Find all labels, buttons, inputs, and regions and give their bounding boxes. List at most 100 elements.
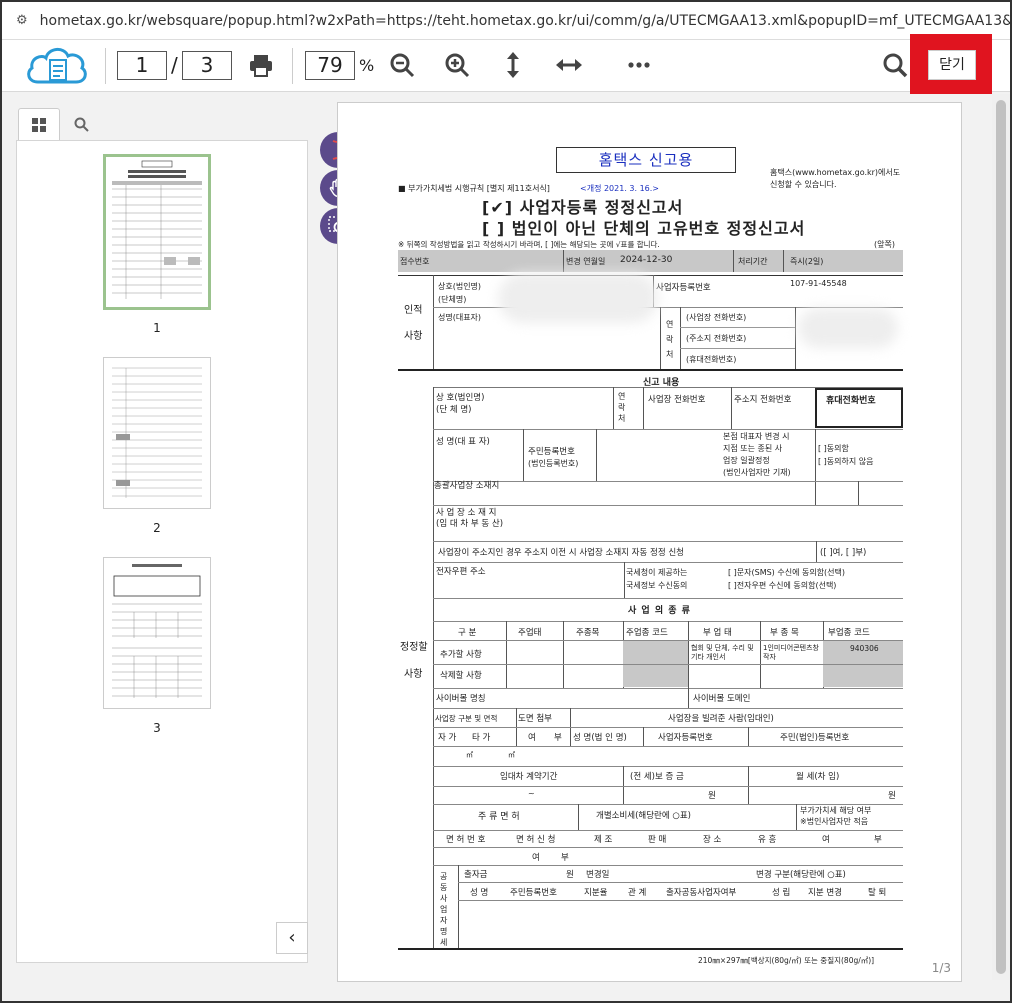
- site-settings-icon[interactable]: ⚙: [16, 13, 28, 28]
- paper-spec: 210㎜×297㎜[백상지(80g/㎡) 또는 중질지(80g/㎡)]: [698, 956, 875, 965]
- fit-height-icon[interactable]: [498, 50, 528, 80]
- won: 원: [888, 791, 896, 801]
- rep-name-label: 성명(대표자): [438, 313, 482, 322]
- c-mail-consent: [ ]전자우편 수신에 동의함(선택): [728, 581, 837, 590]
- c-main-loc: 총괄사업장 소재지: [434, 481, 500, 491]
- tab-thumbnails[interactable]: [18, 108, 60, 141]
- tab-search[interactable]: [60, 108, 102, 141]
- zoom-in-icon[interactable]: [442, 50, 472, 80]
- instruction: ※ 뒤쪽의 작성방법을 읽고 작성하시기 바라며, [ ]에는 해당되는 곳에 …: [398, 240, 660, 249]
- c-trade-label: 상 호(법인명): [436, 393, 485, 403]
- mobile-label: (휴대전화번호): [686, 355, 737, 364]
- zoom-input[interactable]: 79: [305, 51, 355, 80]
- hometax-logo-icon: [27, 48, 87, 84]
- home-phone-label: (주소지 전화번호): [686, 334, 747, 343]
- cyber-name: 사이버몰 명칭: [436, 694, 486, 704]
- popup-window: ⚙ hometax.go.kr/websquare/popup.html?w2x…: [0, 0, 1012, 1003]
- l-resid: 주민(법인)등록번호: [780, 733, 850, 743]
- page-preview: [112, 564, 202, 698]
- fit-width-icon[interactable]: [554, 50, 584, 80]
- del-row: 삭제할 사항: [440, 671, 482, 681]
- close-button[interactable]: 닫기: [928, 50, 976, 80]
- vertical-scrollbar[interactable]: [992, 94, 1010, 980]
- period: 즉시(2일): [790, 257, 824, 266]
- h-div: 구 분: [458, 628, 477, 638]
- hometax-note: 신청할 수 있습니다.: [770, 180, 837, 189]
- tilde: ~: [528, 789, 535, 798]
- h-sub: 부 업 태: [703, 628, 732, 638]
- h-main: 주업태: [518, 628, 542, 638]
- search-icon[interactable]: [880, 50, 910, 80]
- add-subitem: 1인미디어콘텐츠창작자: [763, 644, 819, 661]
- c-org-label: (단 체 명): [436, 405, 472, 415]
- toolbar-divider: [292, 48, 293, 84]
- add-row: 추가할 사항: [440, 650, 482, 660]
- c-yesno: ([ ]여, [ ]부): [820, 548, 867, 558]
- current-page-input[interactable]: 1: [117, 51, 167, 80]
- p-name: 성 명: [470, 888, 489, 898]
- partner: 공동사업자명세: [440, 872, 448, 947]
- receipt-no: 접수번호: [400, 257, 430, 266]
- thumbnail-number: 2: [153, 521, 161, 535]
- grid-icon: [32, 118, 46, 132]
- scrollbar-thumb[interactable]: [996, 100, 1006, 974]
- zoom-out-icon[interactable]: [387, 50, 417, 80]
- hometax-note: 홈택스(www.hometax.go.kr)에서도: [770, 168, 901, 177]
- won: 원: [566, 870, 574, 880]
- l-name: 성 명(법 인 명): [573, 733, 627, 743]
- section-edit: 정정할: [400, 642, 428, 653]
- p-share: 지분율: [584, 888, 608, 898]
- change-date: 2024-12-30: [620, 255, 673, 265]
- form-body: 홈택스 신고용 홈택스(www.hometax.go.kr)에서도 신청할 수 …: [398, 103, 908, 981]
- c-rep: 성 명(대 표 자): [436, 437, 490, 447]
- license: 주 류 면 허: [478, 812, 520, 822]
- yes: 여: [528, 733, 536, 743]
- yes: 여: [822, 835, 830, 845]
- add-code: 940306: [850, 644, 879, 653]
- p-chg: 지분 변경: [808, 888, 842, 898]
- section-person: 인적: [404, 305, 423, 316]
- thumbnail-page-2[interactable]: [103, 357, 211, 509]
- add-sub: 협회 및 단체, 수리 및 기타 개인서: [691, 644, 754, 661]
- zoom-unit: %: [359, 56, 375, 75]
- c-biz-phone: 사업장 전화번호: [648, 395, 706, 405]
- manuf: 제 조: [594, 835, 613, 845]
- form-title-2: [ ] 법인이 아닌 단체의 고유번호 정정신고서: [482, 219, 806, 238]
- document-page: 홈택스 신고용 홈택스(www.hometax.go.kr)에서도 신청할 수 …: [337, 102, 962, 982]
- h-item: 주종목: [576, 628, 600, 638]
- search-icon: [74, 117, 89, 132]
- sqm: ㎡: [508, 751, 515, 759]
- thumbnail-number: 1: [153, 321, 161, 335]
- h-code: 주업종 코드: [626, 628, 668, 638]
- venue: 장 소: [703, 835, 722, 845]
- thumbnail-page-1[interactable]: [103, 154, 211, 310]
- biz-type-title: 사 업 의 종 류: [628, 606, 691, 616]
- vat: 부가가치세 해당 여부: [800, 806, 872, 815]
- change-day: 변경일: [586, 870, 610, 880]
- lic-apply: 면 허 신 청: [516, 835, 556, 845]
- c-hq-text: 본점 대표자 변경 시 지점 또는 종된 사 업장 일괄정정 (법인사업자만 기재): [723, 432, 791, 477]
- collapse-panel-button[interactable]: ‹: [276, 922, 308, 954]
- redacted-block: [498, 273, 658, 323]
- page-separator: /: [171, 53, 178, 77]
- address-bar[interactable]: ⚙ hometax.go.kr/websquare/popup.html?w2x…: [2, 2, 1010, 40]
- url-text[interactable]: hometax.go.kr/websquare/popup.html?w2xPa…: [40, 13, 1010, 29]
- print-icon[interactable]: [246, 50, 276, 80]
- contact-label: 락: [666, 335, 674, 344]
- p-rep: 출자공동사업자여부: [666, 888, 737, 898]
- viewer-toolbar: 1 / 3 79 % 닫기: [2, 34, 1010, 94]
- no: 부: [874, 835, 882, 845]
- more-options-icon[interactable]: [624, 50, 654, 80]
- c-nts: 국세청이 제공하는: [626, 568, 688, 577]
- won: 원: [708, 791, 716, 801]
- thumbnail-panel: 1 2 3: [16, 108, 308, 963]
- deposit: (전 세)보 증 금: [630, 772, 684, 782]
- excise: 개별소비세(해당란에 ○표): [596, 811, 691, 821]
- c-resid: 주민등록번호: [528, 447, 575, 457]
- p-rel: 관 계: [628, 888, 647, 898]
- monthly: 월 세(차 임): [796, 772, 840, 782]
- contact-label: 처: [666, 350, 674, 359]
- thumbnail-page-3[interactable]: [103, 557, 211, 709]
- section-edit: 사항: [404, 669, 423, 680]
- change-date-label: 변경 연월일: [566, 257, 606, 266]
